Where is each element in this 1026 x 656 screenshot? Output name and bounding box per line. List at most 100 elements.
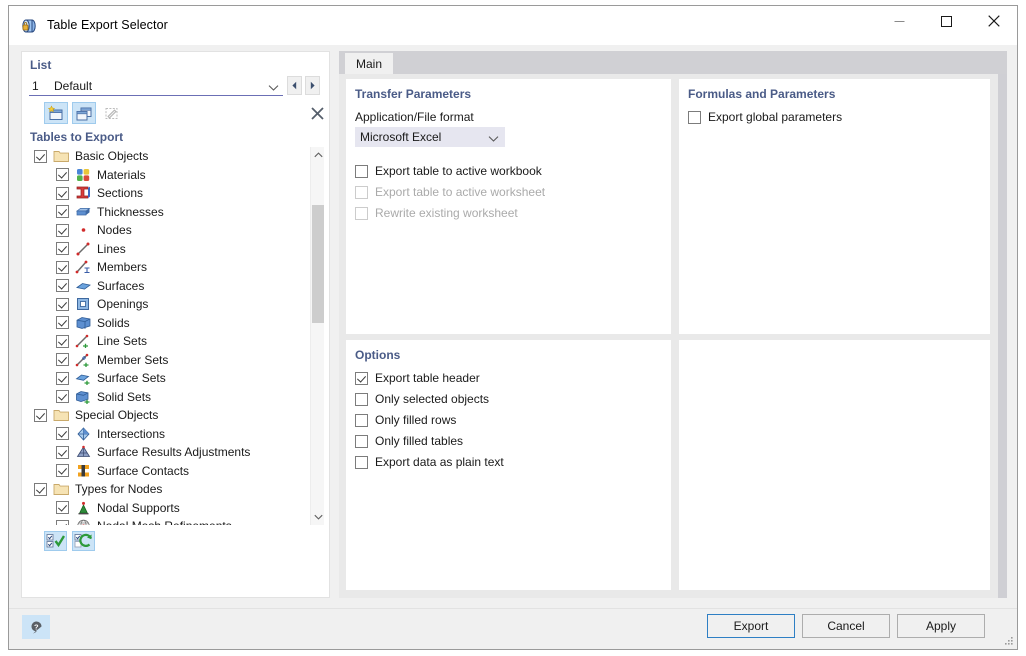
tree-item-basic-objects[interactable]: Basic Objects bbox=[29, 147, 324, 166]
tree-item-openings[interactable]: Openings bbox=[29, 295, 324, 314]
maximize-button[interactable] bbox=[923, 6, 970, 36]
checkbox-box[interactable] bbox=[355, 393, 368, 406]
delete-list-button[interactable] bbox=[306, 102, 328, 124]
tree-item-checkbox[interactable] bbox=[56, 242, 69, 255]
tree-item-checkbox[interactable] bbox=[56, 224, 69, 237]
tree-item-checkbox[interactable] bbox=[56, 316, 69, 329]
checkbox-box[interactable] bbox=[355, 165, 368, 178]
dialog-content: List 1 Default bbox=[9, 45, 1017, 608]
tree-item-checkbox[interactable] bbox=[56, 446, 69, 459]
checkbox-export-table-to-active-workbook[interactable]: Export table to active workbook bbox=[355, 164, 542, 178]
tree-item-checkbox[interactable] bbox=[34, 483, 47, 496]
tree-item-checkbox[interactable] bbox=[56, 372, 69, 385]
tree-item-checkbox[interactable] bbox=[56, 279, 69, 292]
checkbox-export-table-header[interactable]: Export table header bbox=[355, 371, 480, 385]
new-list-button[interactable] bbox=[44, 102, 68, 124]
help-button[interactable]: ? bbox=[22, 615, 50, 639]
tree-item-checkbox[interactable] bbox=[56, 187, 69, 200]
tab-body: Transfer Parameters Application/File for… bbox=[339, 74, 1007, 598]
checkbox-box[interactable] bbox=[355, 456, 368, 469]
dialog-footer: ? Export Cancel Apply bbox=[9, 608, 1017, 649]
materials-icon bbox=[75, 167, 92, 183]
tree-item-checkbox[interactable] bbox=[56, 501, 69, 514]
tree-item-surface-results-adjustments[interactable]: Surface Results Adjustments bbox=[29, 443, 324, 462]
resize-grip-icon[interactable] bbox=[1003, 635, 1014, 646]
edit-list-button[interactable] bbox=[100, 102, 124, 124]
formulas-parameters-title: Formulas and Parameters bbox=[688, 87, 835, 101]
invert-selection-button[interactable] bbox=[72, 531, 95, 551]
tree-item-checkbox[interactable] bbox=[56, 390, 69, 403]
nodal-mesh-refinements-icon bbox=[75, 518, 92, 525]
tree-item-checkbox[interactable] bbox=[56, 520, 69, 525]
tree-item-solid-sets[interactable]: Solid Sets bbox=[29, 388, 324, 407]
tab-main[interactable]: Main bbox=[345, 53, 393, 74]
scroll-up-button[interactable] bbox=[311, 147, 325, 163]
tree-item-checkbox[interactable] bbox=[34, 150, 47, 163]
export-button[interactable]: Export bbox=[707, 614, 795, 638]
checkbox-export-data-as-plain-text[interactable]: Export data as plain text bbox=[355, 455, 504, 469]
checkbox-only-selected-objects[interactable]: Only selected objects bbox=[355, 392, 489, 406]
tree-item-surfaces[interactable]: Surfaces bbox=[29, 277, 324, 296]
checkbox-only-filled-rows[interactable]: Only filled rows bbox=[355, 413, 456, 427]
tree-scrollbar[interactable] bbox=[310, 147, 324, 525]
materials-icon bbox=[75, 167, 92, 183]
checkbox-box[interactable] bbox=[355, 435, 368, 448]
tree-item-thicknesses[interactable]: Thicknesses bbox=[29, 203, 324, 222]
tree-item-nodes[interactable]: Nodes bbox=[29, 221, 324, 240]
close-button[interactable] bbox=[970, 6, 1017, 36]
dialog-window: Table Export Selector List 1 Default bbox=[8, 5, 1018, 650]
scroll-down-button[interactable] bbox=[311, 509, 325, 525]
tree-item-members[interactable]: Members bbox=[29, 258, 324, 277]
tree-item-lines[interactable]: Lines bbox=[29, 240, 324, 259]
tree-item-checkbox[interactable] bbox=[56, 298, 69, 311]
checkbox-box[interactable] bbox=[355, 372, 368, 385]
tree-item-checkbox[interactable] bbox=[56, 168, 69, 181]
tree-item-checkbox[interactable] bbox=[56, 205, 69, 218]
cancel-button[interactable]: Cancel bbox=[802, 614, 890, 638]
tree-item-label: Thicknesses bbox=[97, 205, 164, 219]
tree-item-types-for-nodes[interactable]: Types for Nodes bbox=[29, 480, 324, 499]
checkbox-box[interactable] bbox=[688, 111, 701, 124]
tree-item-intersections[interactable]: Intersections bbox=[29, 425, 324, 444]
tree-item-surface-sets[interactable]: Surface Sets bbox=[29, 369, 324, 388]
checkbox-only-filled-tables[interactable]: Only filled tables bbox=[355, 434, 463, 448]
minimize-button[interactable] bbox=[876, 6, 923, 36]
surface-results-adjustments-icon bbox=[75, 444, 92, 460]
tree-item-special-objects[interactable]: Special Objects bbox=[29, 406, 324, 425]
tree-item-checkbox[interactable] bbox=[56, 261, 69, 274]
copy-list-button[interactable] bbox=[72, 102, 96, 124]
tree-item-nodal-supports[interactable]: Nodal Supports bbox=[29, 499, 324, 518]
tree-item-checkbox[interactable] bbox=[34, 409, 47, 422]
tree-item-materials[interactable]: Materials bbox=[29, 166, 324, 185]
application-file-format-select[interactable]: Microsoft Excel bbox=[355, 127, 505, 147]
members-icon bbox=[75, 259, 92, 275]
list-combo[interactable]: 1 Default bbox=[29, 76, 283, 96]
apply-button[interactable]: Apply bbox=[897, 614, 985, 638]
formulas-parameters-pane: Formulas and Parameters Export global pa… bbox=[679, 79, 990, 334]
tree-item-label: Solids bbox=[97, 316, 130, 330]
tree-item-checkbox[interactable] bbox=[56, 464, 69, 477]
checkbox-box[interactable] bbox=[355, 414, 368, 427]
check-all-button[interactable] bbox=[44, 531, 67, 551]
tree-item-line-sets[interactable]: Line Sets bbox=[29, 332, 324, 351]
sections-icon bbox=[75, 185, 92, 201]
tree-item-nodal-mesh-refinements[interactable]: Nodal Mesh Refinements bbox=[29, 517, 324, 525]
chevron-down-icon[interactable] bbox=[488, 132, 499, 146]
tree-item-solids[interactable]: Solids bbox=[29, 314, 324, 333]
tree-item-checkbox[interactable] bbox=[56, 427, 69, 440]
copy-list-icon bbox=[75, 105, 93, 122]
tables-tree[interactable]: Basic ObjectsMaterialsSections Thicknesse… bbox=[29, 147, 324, 525]
tree-item-checkbox[interactable] bbox=[56, 353, 69, 366]
list-prev-button[interactable] bbox=[287, 76, 302, 95]
checkbox-export-global-parameters[interactable]: Export global parameters bbox=[688, 110, 842, 124]
members-icon bbox=[75, 259, 92, 275]
checkbox-export-table-to-active-worksheet: Export table to active worksheet bbox=[355, 185, 545, 199]
tree-scroll-thumb[interactable] bbox=[312, 205, 324, 323]
list-next-button[interactable] bbox=[305, 76, 320, 95]
chevron-down-icon[interactable] bbox=[268, 81, 279, 95]
tree-item-sections[interactable]: Sections bbox=[29, 184, 324, 203]
tree-item-checkbox[interactable] bbox=[56, 335, 69, 348]
tree-item-member-sets[interactable]: Member Sets bbox=[29, 351, 324, 370]
tree-item-surface-contacts[interactable]: Surface Contacts bbox=[29, 462, 324, 481]
checkbox-label: Export table to active worksheet bbox=[375, 185, 545, 199]
